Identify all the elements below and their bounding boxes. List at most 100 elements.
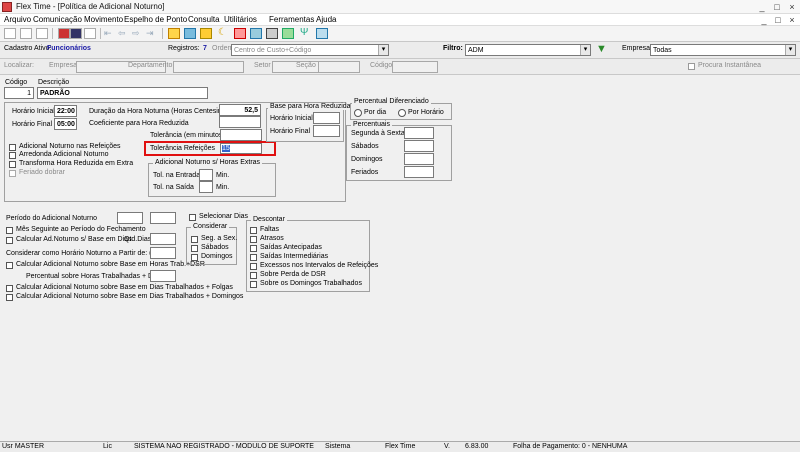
new-icon[interactable]: [4, 28, 16, 39]
adicional-refeicoes-label: Adicional Noturno nas Refeições: [19, 143, 121, 150]
horario-inicial-input[interactable]: 22:00: [54, 105, 77, 117]
coeficiente-label: Coeficiente para Hora Reduzida: [89, 120, 189, 127]
find-departamento-input[interactable]: [173, 61, 244, 73]
coeficiente-input[interactable]: [219, 116, 261, 128]
empresa-select[interactable]: Todas ▾: [650, 44, 796, 56]
atrasos-checkbox[interactable]: [250, 236, 257, 243]
first-record-icon[interactable]: ⇤: [104, 28, 116, 39]
filter-funnel-icon[interactable]: ▼: [596, 43, 607, 55]
excessos-checkbox[interactable]: [250, 263, 257, 270]
percentual-trab-input[interactable]: [150, 270, 176, 282]
perda-dsr-checkbox[interactable]: [250, 272, 257, 279]
find-codigo-input[interactable]: [392, 61, 438, 73]
calcular-dias-checkbox[interactable]: [6, 237, 13, 244]
tol-saida-input[interactable]: [199, 181, 213, 193]
domingos-trabalhados-checkbox[interactable]: [250, 281, 257, 288]
calendar-icon[interactable]: [184, 28, 196, 39]
por-dia-radio[interactable]: [354, 109, 362, 117]
domingos-checkbox[interactable]: [191, 254, 198, 261]
calc-domingos-checkbox[interactable]: [6, 294, 13, 301]
procura-checkbox[interactable]: [688, 63, 695, 70]
selecionar-dias-checkbox[interactable]: [189, 214, 196, 221]
transforma-checkbox[interactable]: [9, 161, 16, 168]
menu-consulta[interactable]: Consulta: [188, 15, 220, 24]
duracao-input[interactable]: 52,5: [219, 104, 261, 116]
toolbar-separator: [52, 28, 54, 39]
save-icon[interactable]: [70, 28, 82, 39]
sabados-checkbox[interactable]: [191, 245, 198, 252]
qtd-dias-input[interactable]: [150, 233, 176, 245]
print-icon[interactable]: [84, 28, 96, 39]
menu-espelho-de-ponto[interactable]: Espelho de Ponto: [124, 15, 187, 24]
inner-close-button[interactable]: ×: [786, 14, 798, 26]
seg-sex-checkbox[interactable]: [191, 236, 198, 243]
cadastro-label: Cadastro Ativo:: [4, 45, 52, 52]
descricao-input[interactable]: PADRÃO: [37, 87, 208, 99]
feriado-dobrar-checkbox[interactable]: [9, 170, 16, 177]
filtro-select[interactable]: ADM ▾: [465, 44, 591, 56]
feriados-input[interactable]: [404, 166, 434, 178]
saidas-antecipadas-checkbox[interactable]: [250, 245, 257, 252]
clock-icon[interactable]: [234, 28, 246, 39]
calc-folgas-checkbox[interactable]: [6, 285, 13, 292]
base-hi-input[interactable]: [313, 112, 340, 124]
localizar-label: Localizar:: [4, 62, 34, 69]
menu-comunicacao[interactable]: Comunicação: [33, 15, 82, 24]
tolerancia-min-label: Tolerância (em minutos): [150, 132, 225, 139]
previous-record-icon[interactable]: ⇦: [118, 28, 130, 39]
calc-trab-dsr-checkbox[interactable]: [6, 262, 13, 269]
users-icon[interactable]: [250, 28, 262, 39]
maximize-button[interactable]: □: [771, 1, 783, 13]
search-icon[interactable]: [168, 28, 180, 39]
arredonda-checkbox[interactable]: [9, 152, 16, 159]
periodo-inicio-input[interactable]: [117, 212, 143, 224]
adicional-refeicoes-checkbox[interactable]: [9, 144, 16, 151]
last-record-icon[interactable]: ⇥: [146, 28, 158, 39]
horario-inicial-label: Horário Inicial: [12, 108, 55, 115]
descontar-title: Descontar: [251, 216, 287, 223]
por-horario-radio[interactable]: [398, 109, 406, 117]
base-hf-input[interactable]: [313, 125, 340, 137]
seg-sex-input[interactable]: [404, 127, 434, 139]
sabados-input[interactable]: [404, 140, 434, 152]
menu-utilitarios[interactable]: Utilitários: [224, 15, 257, 24]
delete-icon[interactable]: [58, 28, 70, 39]
percentuais-title: Percentuais: [351, 121, 392, 128]
saidas-intermediarias-checkbox[interactable]: [250, 254, 257, 261]
minimize-button[interactable]: _: [756, 1, 768, 13]
trident-icon[interactable]: Ψ: [300, 28, 312, 39]
menu-bar: Arquivo Comunicação Movimento Espelho de…: [0, 14, 800, 26]
terminal-icon[interactable]: [316, 28, 328, 39]
tol-entrada-min: Min.: [216, 172, 230, 179]
window-title: Flex Time - [Política de Adicional Notur…: [16, 2, 165, 11]
considerar-dias-input[interactable]: [150, 247, 176, 259]
mes-seguinte-checkbox[interactable]: [6, 227, 13, 234]
close-button[interactable]: ×: [786, 1, 798, 13]
codigo-input[interactable]: 1: [4, 87, 34, 99]
inner-restore-button[interactable]: □: [772, 14, 784, 26]
chart-icon[interactable]: [266, 28, 278, 39]
faltas-checkbox[interactable]: [250, 227, 257, 234]
tolerancia-ref-input[interactable]: 15: [220, 143, 262, 154]
inner-minimize-button[interactable]: _: [758, 14, 770, 26]
saidas-intermediarias-label: Saídas Intermediárias: [260, 253, 329, 260]
menu-movimento[interactable]: Movimento: [84, 15, 123, 24]
menu-arquivo[interactable]: Arquivo: [4, 15, 31, 24]
edit-icon[interactable]: [20, 28, 32, 39]
tol-entrada-input[interactable]: [199, 169, 213, 181]
horario-final-input[interactable]: 05:00: [54, 118, 77, 130]
domingos-input[interactable]: [404, 153, 434, 165]
monitor-icon[interactable]: [282, 28, 294, 39]
next-record-icon[interactable]: ⇨: [132, 28, 144, 39]
moon-icon[interactable]: ☾: [218, 28, 230, 39]
copy-icon[interactable]: [36, 28, 48, 39]
periodo-fim-input[interactable]: [150, 212, 176, 224]
find-secao-input[interactable]: [318, 61, 360, 73]
tolerancia-min-input[interactable]: [220, 129, 262, 141]
ordem-select[interactable]: Centro de Custo+Código ▾: [231, 44, 389, 56]
sabados-label: Sábados: [351, 143, 379, 150]
menu-ajuda[interactable]: Ajuda: [316, 15, 336, 24]
status-sistema: Sistema: [325, 443, 351, 450]
menu-ferramentas[interactable]: Ferramentas: [269, 15, 314, 24]
report-icon[interactable]: [200, 28, 212, 39]
